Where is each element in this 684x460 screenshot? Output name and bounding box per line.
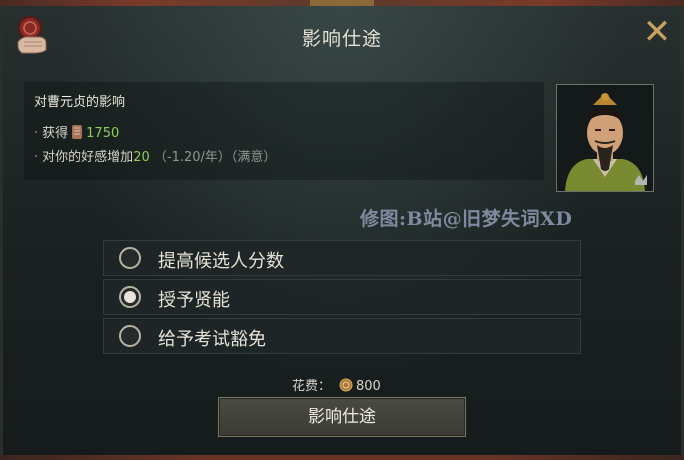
gain-value: 1750 <box>86 126 120 141</box>
radio-button[interactable] <box>119 247 141 269</box>
gain-line: · 获得 1750 <box>34 124 120 141</box>
opinion-status: （满意） <box>230 150 277 165</box>
option-raise-score[interactable]: 提高候选人分数 <box>103 240 581 276</box>
option-label: 授予贤能 <box>158 290 230 311</box>
cost-value: 800 <box>356 379 381 394</box>
bottom-ornament <box>0 455 684 460</box>
dialog-title: 影响仕途 <box>301 28 382 50</box>
option-list: 提高候选人分数 授予贤能 给予考试豁免 <box>103 240 581 357</box>
option-label: 给予考试豁免 <box>158 329 266 350</box>
option-label: 提高候选人分数 <box>158 251 284 272</box>
top-ornament <box>0 0 684 6</box>
option-exam-exemption[interactable]: 给予考试豁免 <box>103 318 581 354</box>
opinion-value: 20 <box>133 150 150 165</box>
close-icon[interactable]: ✕ <box>640 15 674 50</box>
character-portrait[interactable] <box>556 84 654 192</box>
option-grant-merit[interactable]: 授予贤能 <box>103 279 581 315</box>
person-name: 曹元贞 <box>47 95 87 110</box>
opinion-rate: （-1.20/年） <box>153 150 231 165</box>
coin-icon <box>339 378 353 392</box>
opinion-line: · 对你的好感增加20 （-1.20/年）（满意） <box>34 150 277 165</box>
influence-career-button[interactable]: 影响仕途 <box>218 397 466 437</box>
influence-target: 对曹元贞的影响 <box>34 95 126 110</box>
radio-button-selected[interactable] <box>119 286 141 308</box>
watermark: 修图:B站@旧梦失词XD <box>360 208 573 230</box>
scroll-icon <box>70 124 84 140</box>
radio-button[interactable] <box>119 325 141 347</box>
cost-label: 花费： <box>292 379 332 394</box>
cost-display: 花费： 800 <box>292 375 381 394</box>
